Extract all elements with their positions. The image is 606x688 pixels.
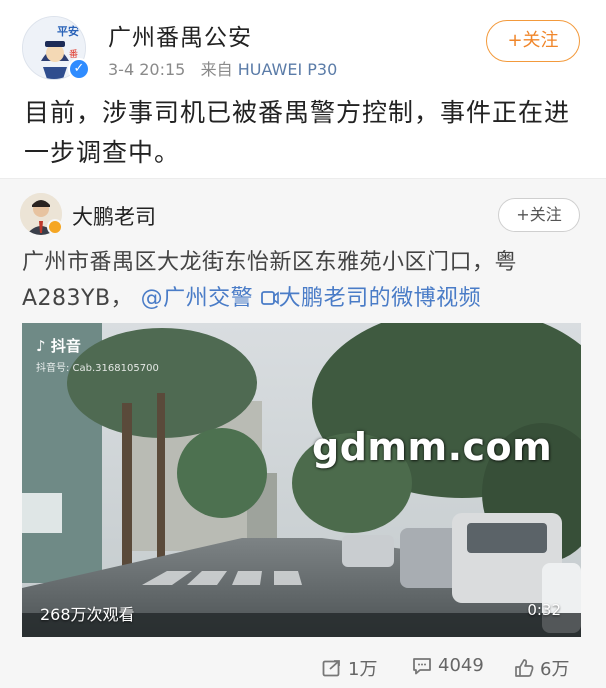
repost-action[interactable]: 1万 [322,655,377,681]
video-duration: 0:32 [527,601,561,619]
video-player[interactable]: ♪ 抖音 抖音号: Cab.3168105700 268万次观看 0:32 [22,323,581,637]
view-count: 268万次观看 [40,605,135,624]
post-timestamp: 3-4 20:15 [108,60,186,79]
video-link[interactable]: 大鹏老司的微博视频 [260,286,482,311]
action-bar: 1万 4049 6万 [0,647,606,687]
mention-link[interactable]: @广州交警 [141,286,254,311]
like-icon [515,659,534,677]
source-prefix: 来自 [200,60,233,79]
post-device: HUAWEI P30 [237,60,338,79]
follow-button[interactable]: +关注 [486,20,580,62]
douyin-label: 抖音 [50,337,81,355]
repost-count: 1万 [348,659,378,680]
comment-icon [413,657,431,674]
douyin-id: 抖音号: Cab.3168105700 [36,363,159,374]
repost-text: 广州市番禺区大龙街东怡新区东雅苑小区门口，粤A283YB， @广州交警 大鹏老司… [22,245,582,317]
douyin-logo: ♪ 抖音 [36,335,81,356]
video-link-label: 大鹏老司的微博视频 [278,286,482,311]
comment-action[interactable]: 4049 [412,655,484,676]
repost-author-name[interactable]: 大鹏老司 [72,201,156,231]
author-name[interactable]: 广州番禺公安 [108,18,252,52]
comment-count: 4049 [438,655,484,676]
post-meta: 3-4 20:15 来自 HUAWEI P30 [108,56,337,80]
avatar-text-top: 平安 [57,24,79,38]
douyin-logo-icon: ♪ [36,337,46,355]
post-text: 目前，涉事司机已被番禺警方控制，事件正在进一步调查中。 [24,98,571,167]
site-watermark: gdmm.com [312,425,553,469]
repost-icon [322,660,340,677]
video-link-icon [260,291,279,305]
like-action[interactable]: 6万 [514,655,569,681]
verified-icon: ✓ [68,58,90,80]
repost-verified-icon [47,219,63,235]
post-header: 平安 番 ✓ 广州番禺公安 3-4 20:15 来自 HUAWEI P30 +关… [0,0,606,86]
like-count: 6万 [540,659,570,680]
repost-follow-button[interactable]: +关注 [498,198,580,232]
